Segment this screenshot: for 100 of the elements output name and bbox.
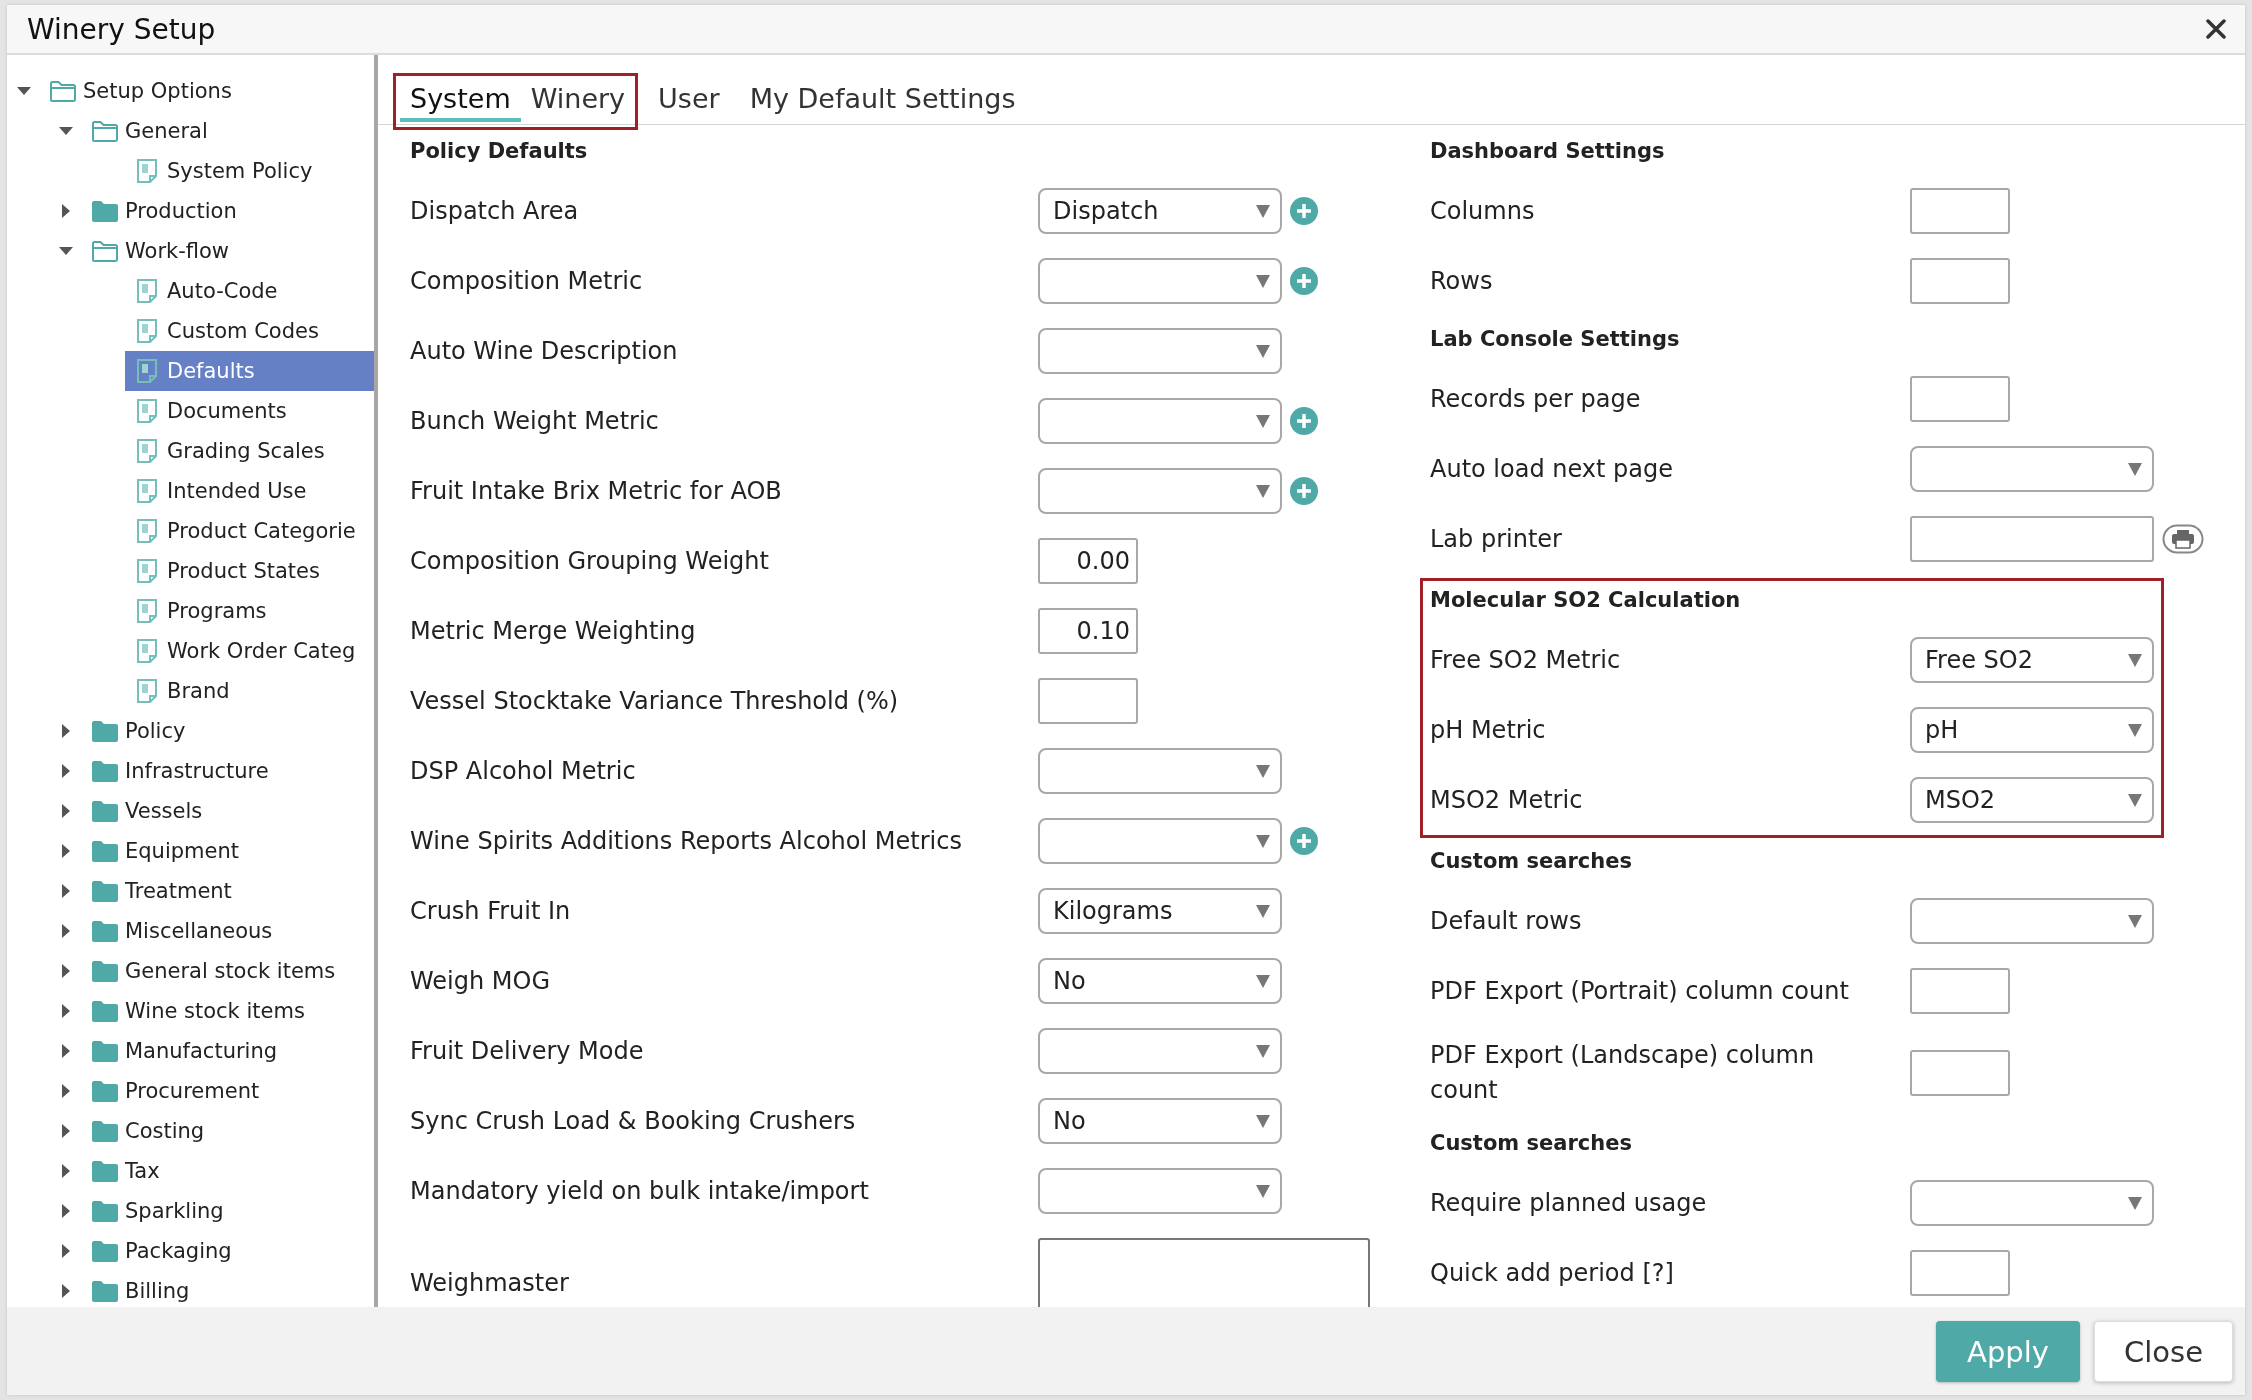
caret-right-icon[interactable]	[62, 1204, 70, 1218]
tree-item[interactable]: Work Order Categ	[125, 631, 374, 671]
number-field[interactable]: 0.10	[1038, 608, 1138, 654]
tree-item[interactable]: General	[83, 111, 374, 151]
field-label: Fruit Intake Brix Metric for AOB	[410, 475, 782, 507]
caret-down-icon	[2128, 793, 2142, 807]
tree-item[interactable]: Programs	[125, 591, 374, 631]
caret-right-icon[interactable]	[62, 804, 70, 818]
dropdown[interactable]	[1038, 328, 1282, 374]
caret-right-icon[interactable]	[62, 1084, 70, 1098]
add-icon[interactable]	[1290, 267, 1318, 295]
tree-item[interactable]: Intended Use	[125, 471, 374, 511]
caret-right-icon[interactable]	[62, 1044, 70, 1058]
caret-right-icon[interactable]	[62, 924, 70, 938]
caret-down-icon[interactable]	[17, 87, 31, 95]
tree-item[interactable]: Treatment	[83, 871, 374, 911]
number-field[interactable]	[1910, 258, 2010, 304]
tree-item[interactable]: Equipment	[83, 831, 374, 871]
tree-item[interactable]: Sparkling	[83, 1191, 374, 1231]
dropdown[interactable]: pH	[1910, 707, 2154, 753]
dropdown[interactable]	[1038, 1168, 1282, 1214]
tree-item[interactable]: Setup Options	[41, 71, 374, 111]
field-label: Weighmaster	[410, 1267, 569, 1299]
tree-item[interactable]: Production	[83, 191, 374, 231]
dropdown[interactable]	[1038, 398, 1282, 444]
text-area[interactable]	[1038, 1238, 1370, 1307]
number-field[interactable]	[1038, 678, 1138, 724]
caret-right-icon[interactable]	[62, 964, 70, 978]
dropdown[interactable]: No	[1038, 958, 1282, 1004]
dropdown[interactable]	[1910, 898, 2154, 944]
caret-right-icon[interactable]	[62, 1164, 70, 1178]
dropdown[interactable]: Kilograms	[1038, 888, 1282, 934]
tree-item[interactable]: Billing	[83, 1271, 374, 1307]
caret-right-icon[interactable]	[62, 884, 70, 898]
field-label: Composition Grouping Weight	[410, 545, 769, 577]
caret-right-icon[interactable]	[62, 1004, 70, 1018]
tree-item[interactable]: Defaults	[125, 351, 374, 391]
caret-right-icon[interactable]	[62, 1244, 70, 1258]
field-label: Require planned usage	[1430, 1187, 1707, 1219]
tree-item[interactable]: System Policy	[125, 151, 374, 191]
caret-right-icon[interactable]	[62, 764, 70, 778]
document-icon	[137, 679, 157, 703]
tree-item[interactable]: Brand	[125, 671, 374, 711]
number-field[interactable]	[1910, 968, 2010, 1014]
caret-right-icon[interactable]	[62, 1124, 70, 1138]
caret-right-icon[interactable]	[62, 844, 70, 858]
text-field[interactable]	[1910, 516, 2154, 562]
tab[interactable]: User	[648, 76, 730, 122]
number-field[interactable]: 0.00	[1038, 538, 1138, 584]
tree-item[interactable]: Infrastructure	[83, 751, 374, 791]
dropdown[interactable]	[1038, 468, 1282, 514]
caret-down-icon[interactable]	[59, 247, 73, 255]
number-field[interactable]	[1910, 376, 2010, 422]
tab[interactable]: Winery	[520, 76, 636, 122]
tree-item[interactable]: General stock items	[83, 951, 374, 991]
tree-item[interactable]: Procurement	[83, 1071, 374, 1111]
caret-down-icon[interactable]	[59, 127, 73, 135]
dropdown[interactable]: MSO2	[1910, 777, 2154, 823]
tree-item[interactable]: Costing	[83, 1111, 374, 1151]
tree-item[interactable]: Auto-Code	[125, 271, 374, 311]
tree-item[interactable]: Product Categorie	[125, 511, 374, 551]
folder-icon	[92, 1120, 118, 1142]
dropdown[interactable]	[1038, 1028, 1282, 1074]
dropdown[interactable]	[1038, 818, 1282, 864]
dropdown[interactable]	[1910, 446, 2154, 492]
close-icon[interactable]	[2206, 19, 2226, 39]
add-icon[interactable]	[1290, 407, 1318, 435]
caret-right-icon[interactable]	[62, 1284, 70, 1298]
tree-item[interactable]: Product States	[125, 551, 374, 591]
add-icon[interactable]	[1290, 477, 1318, 505]
dropdown[interactable]	[1038, 748, 1282, 794]
tree-item[interactable]: Custom Codes	[125, 311, 374, 351]
tree-item[interactable]: Policy	[83, 711, 374, 751]
close-button[interactable]: Close	[2094, 1321, 2233, 1382]
tree-item[interactable]: Miscellaneous	[83, 911, 374, 951]
number-field[interactable]	[1910, 188, 2010, 234]
tab[interactable]: System	[400, 76, 521, 122]
caret-right-icon[interactable]	[62, 204, 70, 218]
tree-item[interactable]: Grading Scales	[125, 431, 374, 471]
tab[interactable]: My Default Settings	[739, 76, 1026, 122]
number-field[interactable]	[1910, 1250, 2010, 1296]
tree-item[interactable]: Manufacturing	[83, 1031, 374, 1071]
dropdown[interactable]	[1910, 1180, 2154, 1226]
tree-item[interactable]: Vessels	[83, 791, 374, 831]
tree-item[interactable]: Tax	[83, 1151, 374, 1191]
dropdown[interactable]: No	[1038, 1098, 1282, 1144]
dropdown[interactable]: Dispatch	[1038, 188, 1282, 234]
add-icon[interactable]	[1290, 827, 1318, 855]
add-icon[interactable]	[1290, 197, 1318, 225]
folder-icon	[92, 960, 118, 982]
number-field[interactable]	[1910, 1050, 2010, 1096]
dropdown[interactable]: Free SO2	[1910, 637, 2154, 683]
document-icon	[137, 639, 157, 663]
caret-right-icon[interactable]	[62, 724, 70, 738]
tree-item[interactable]: Documents	[125, 391, 374, 431]
tree-item[interactable]: Packaging	[83, 1231, 374, 1271]
dropdown[interactable]	[1038, 258, 1282, 304]
tree-item[interactable]: Wine stock items	[83, 991, 374, 1031]
printer-icon[interactable]	[2162, 524, 2204, 554]
tree-item[interactable]: Work-flow	[83, 231, 374, 271]
